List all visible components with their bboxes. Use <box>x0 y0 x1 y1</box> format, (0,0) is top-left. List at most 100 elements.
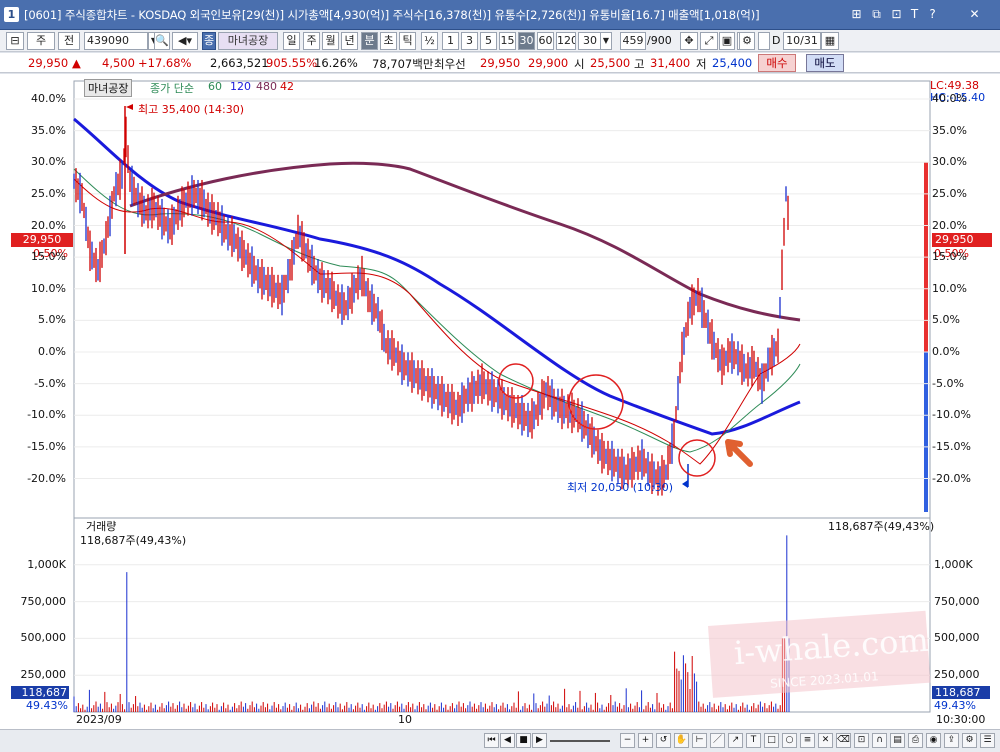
d-label: D <box>772 34 781 47</box>
settings-icon[interactable]: ⚙ <box>962 733 977 748</box>
volume-tick-label: 1,000K <box>27 557 66 571</box>
stock-name-field[interactable]: 마녀공장 <box>218 32 278 50</box>
volume-tick-label: 500,000 <box>20 631 67 645</box>
volume-bars <box>73 535 790 712</box>
high-arrow-icon <box>126 104 133 110</box>
y-tick-label: 10.0% <box>932 281 967 295</box>
ma-60-line <box>73 168 801 453</box>
text-tool-icon[interactable]: T <box>746 733 761 748</box>
print-icon[interactable]: ⎙ <box>908 733 923 748</box>
y-tick-label: 30.0% <box>932 155 967 169</box>
y-tick-label: 25.0% <box>932 186 967 200</box>
lock-icon[interactable]: ⊡ <box>854 733 869 748</box>
zoom-out-icon[interactable]: − <box>620 733 635 748</box>
y-tick-label: -5.0% <box>932 376 964 390</box>
reset-icon[interactable]: ↺ <box>656 733 671 748</box>
calendar-icon[interactable]: ▦ <box>821 32 839 50</box>
y-tick-label: -20.0% <box>932 471 971 485</box>
draw-tool-icon[interactable]: ⤢ <box>700 32 718 50</box>
buy-button[interactable]: 매수 <box>758 54 796 72</box>
camera-icon[interactable]: ◉ <box>926 733 941 748</box>
layout-icon[interactable]: ⊟ <box>6 32 24 50</box>
restore-icon[interactable]: ⧉ <box>868 6 885 23</box>
tab-month[interactable]: 월 <box>322 32 339 50</box>
minute-60-button[interactable]: 60 <box>537 32 554 50</box>
volume-tick-label: 500,000 <box>934 631 980 645</box>
layers-icon[interactable]: ▤ <box>890 733 905 748</box>
prev-icon[interactable]: ◀ <box>500 733 515 748</box>
y-tick-label: -5.0% <box>34 376 66 390</box>
tab-year[interactable]: 년 <box>341 32 358 50</box>
period-unit-select[interactable]: 주 <box>27 32 55 50</box>
sell-button[interactable]: 매도 <box>806 54 844 72</box>
scroll-slider[interactable] <box>550 740 610 742</box>
zoom-in-icon[interactable]: + <box>638 733 653 748</box>
next-icon[interactable]: ▶ <box>532 733 547 748</box>
price-bars <box>73 116 789 496</box>
chevron-down-icon[interactable]: ▼ <box>600 32 612 50</box>
maximize-icon[interactable]: ⊡ <box>888 6 905 23</box>
change-arrow: ▲ <box>72 56 81 70</box>
ma-period-60: 60 <box>208 80 222 93</box>
fib-icon[interactable]: ≡ <box>800 733 815 748</box>
high-annotation: 최고 35,400 (14:30) <box>138 103 245 116</box>
crosshair-icon[interactable]: ✥ <box>680 32 698 50</box>
rect-icon[interactable]: □ <box>764 733 779 748</box>
circle-icon[interactable]: ○ <box>782 733 797 748</box>
count-input[interactable]: 459 <box>620 32 646 50</box>
highlight-circle-2 <box>568 374 624 430</box>
first-icon[interactable]: ⏮ <box>484 733 499 748</box>
prev-button[interactable]: 전 <box>58 32 80 50</box>
best-ask: 29,950 <box>480 56 521 70</box>
tab-tick[interactable]: 틱 <box>399 32 416 50</box>
tab-day[interactable]: 일 <box>283 32 300 50</box>
grid-icon[interactable]: ⊞ <box>848 6 865 23</box>
arrow-tool-icon[interactable]: ↗ <box>728 733 743 748</box>
cross-icon[interactable]: ✕ <box>818 733 833 748</box>
text-icon[interactable]: T <box>906 6 923 23</box>
price-chart[interactable]: i-whale.com SINCE 2023.01.01 <box>0 74 1000 729</box>
share-icon[interactable]: ⇪ <box>944 733 959 748</box>
menu-icon[interactable]: ☰ <box>980 733 995 748</box>
tab-second[interactable]: 초 <box>380 32 397 50</box>
date-input[interactable]: 10/31 <box>783 32 821 50</box>
y-tick-label: 0.0% <box>38 345 66 358</box>
down-range-bar <box>924 352 928 512</box>
gear-icon[interactable]: ⚙ <box>739 32 755 50</box>
line-icon[interactable]: ／ <box>710 733 725 748</box>
right-price-tag: 29,950 <box>932 233 992 247</box>
high-label: 고 <box>634 57 645 71</box>
magnet-icon[interactable]: ∩ <box>872 733 887 748</box>
volume-right-tag: 118,687 <box>932 686 990 699</box>
code-input[interactable]: 439090 <box>84 32 148 50</box>
indicator-tag[interactable]: 종 <box>202 32 216 50</box>
low-arrow-icon <box>682 480 688 488</box>
y-tick-label: 35.0% <box>31 123 66 137</box>
ma-period-42: 42 <box>280 80 294 93</box>
stop-icon[interactable]: ■ <box>516 733 531 748</box>
navigation-bar: ⏮ ◀ ■ ▶ − + ↺ ✋ ⊢ ／ ↗ T □ ○ ≡ ✕ ⌫ ⊡ ∩ ▤ … <box>0 729 1000 752</box>
minute-3-button[interactable]: 3 <box>461 32 478 50</box>
eraser-icon[interactable]: ⌫ <box>836 733 851 748</box>
minute-15-button[interactable]: 15 <box>499 32 516 50</box>
pan-icon[interactable]: ✋ <box>674 733 689 748</box>
search-icon[interactable]: 🔍 <box>154 32 170 50</box>
sound-icon[interactable]: ◀▾ <box>172 32 198 50</box>
help-icon[interactable]: ? <box>924 6 941 23</box>
tab-minute[interactable]: 분 <box>361 32 378 50</box>
close-icon[interactable]: ✕ <box>966 6 983 23</box>
open: 25,500 <box>590 56 631 70</box>
ma-label: 종가 단순 <box>150 82 194 95</box>
minute-1-button[interactable]: 1 <box>442 32 459 50</box>
minute-120-button[interactable]: 120 <box>556 32 576 50</box>
minute-input[interactable]: 30 <box>578 32 602 50</box>
volume-left-tag: 118,687 <box>11 686 69 699</box>
tab-week[interactable]: 주 <box>303 32 320 50</box>
ruler-icon[interactable]: ⊢ <box>692 733 707 748</box>
save-icon[interactable]: ▣ <box>719 32 735 50</box>
checkbox[interactable] <box>758 32 770 50</box>
minute-30-button[interactable]: 30 <box>518 32 535 50</box>
fraction-button[interactable]: ½ <box>421 32 438 50</box>
y-tick-label: 5.0% <box>932 313 960 327</box>
minute-5-button[interactable]: 5 <box>480 32 497 50</box>
